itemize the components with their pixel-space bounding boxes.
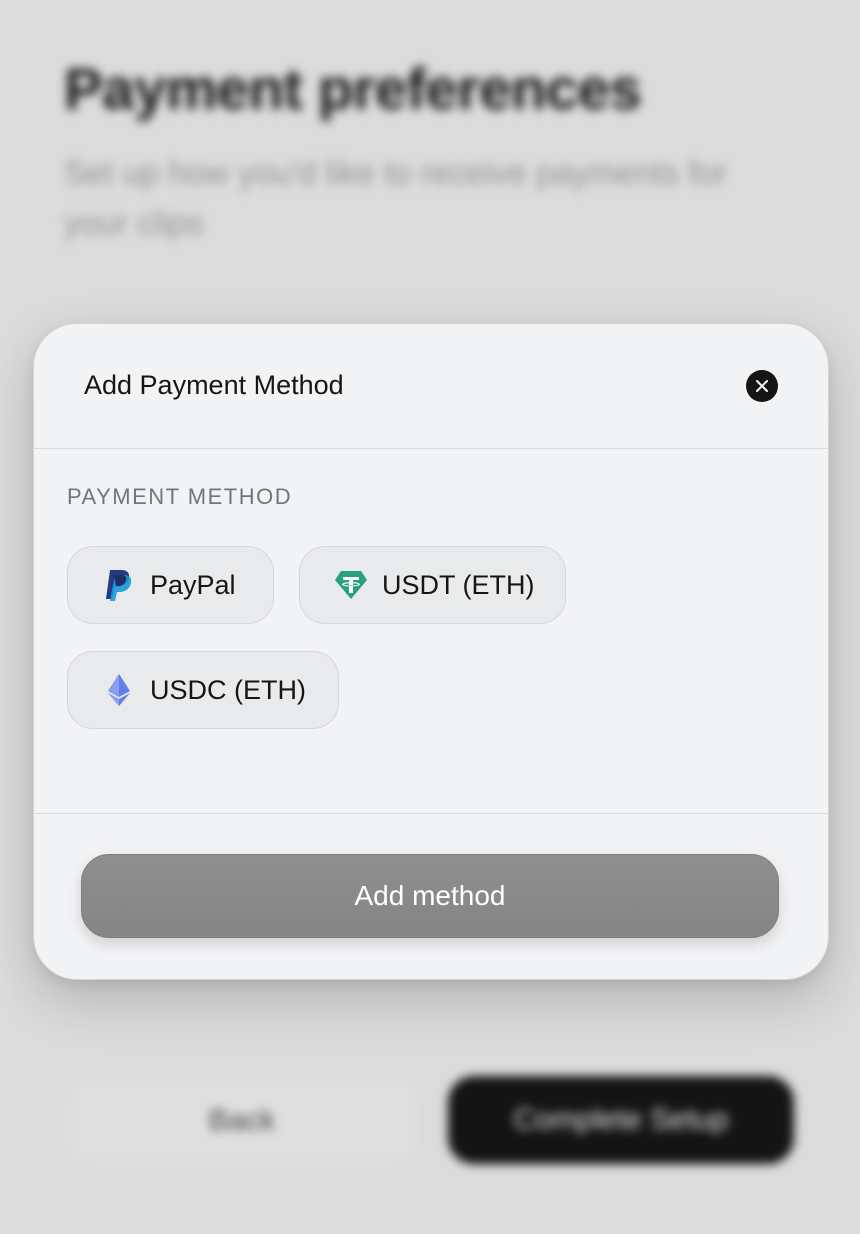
payment-option-label: PayPal xyxy=(150,569,236,600)
close-button[interactable] xyxy=(746,370,778,402)
page: Payment preferences Set up how you'd lik… xyxy=(0,0,860,1234)
add-method-button[interactable]: Add method xyxy=(81,854,779,938)
tether-icon xyxy=(334,568,368,602)
payment-option-label: USDT (ETH) xyxy=(382,569,535,600)
ethereum-icon xyxy=(102,673,136,707)
paypal-icon xyxy=(102,568,136,602)
add-payment-method-dialog: Add Payment Method PAYMENT METHOD PayPal xyxy=(33,323,829,980)
payment-option-usdc[interactable]: USDC (ETH) xyxy=(67,651,339,729)
payment-option-paypal[interactable]: PayPal xyxy=(67,546,274,624)
footer-divider xyxy=(34,813,828,814)
payment-option-usdt[interactable]: USDT (ETH) xyxy=(299,546,566,624)
close-icon xyxy=(756,380,768,392)
dialog-title: Add Payment Method xyxy=(84,370,344,400)
payment-method-label: PAYMENT METHOD xyxy=(67,484,293,509)
dialog-header: Add Payment Method xyxy=(34,324,828,449)
payment-option-label: USDC (ETH) xyxy=(150,674,306,705)
